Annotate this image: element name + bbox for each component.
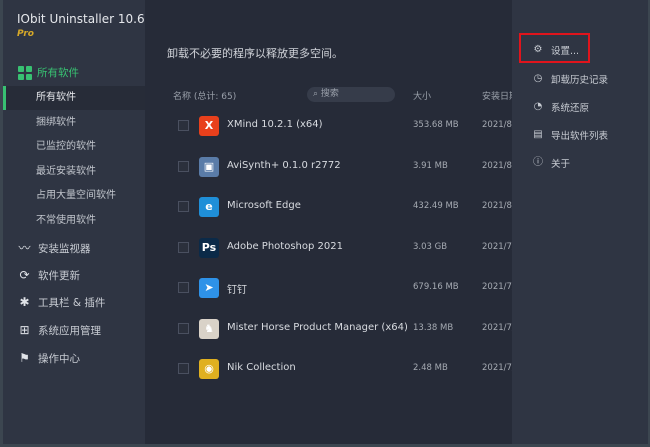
nav-label: 操作中心 [38,353,80,365]
nav-label: 工具栏 & 插件 [38,297,106,309]
app-size: 2.48 MB [413,363,448,373]
group-label: 所有软件 [37,67,79,79]
search-placeholder: 搜索 [320,89,339,99]
row-checkbox[interactable] [178,282,189,293]
sidebar-item-windows-apps[interactable]: ⊞ 系统应用管理 [18,323,101,338]
sidebar-sub-item[interactable]: 所有软件 [3,86,145,110]
grid-icon [18,65,32,80]
sidebar-group-all-software[interactable]: 所有软件 [18,65,79,80]
app-name: Microsoft Edge [227,200,301,211]
app-size: 679.16 MB [413,282,459,292]
table-row[interactable]: X XMind 10.2.1 (x64) 353.68 MB 2021/8/ [145,106,512,146]
table-row[interactable]: ▣ AviSynth+ 0.1.0 r2772 3.91 MB 2021/8/ [145,147,512,187]
app-name: XMind 10.2.1 (x64) [227,119,323,130]
row-checkbox[interactable] [178,241,189,253]
app-name: Nik Collection [227,362,296,373]
sidebar: IObit Uninstaller 10.6 Pro 所有软件 所有软件 捆绑软… [3,0,145,444]
sidebar-sub-item[interactable]: 最近安装软件 [3,160,145,184]
app-size: 13.38 MB [413,322,454,333]
column-name[interactable]: 名称 (总计: 65) [173,89,236,102]
history-icon: ◷ [533,73,543,84]
app-name: 钉钉 [227,285,247,296]
app-icon: ◉ [199,359,219,379]
table-row[interactable]: ♞ Mister Horse Product Manager (x64) 13.… [145,309,512,349]
sidebar-item-install-monitor[interactable]: 〰安装监视器 [18,241,91,256]
row-checkbox[interactable] [178,363,189,374]
app-date: 2021/7/ [482,363,512,373]
sidebar-item-toolbars[interactable]: ✱ 工具栏 & 插件 [18,295,105,310]
app-title: IObit Uninstaller 10.6 [17,12,145,26]
app-date: 2021/8/ [482,160,512,171]
row-checkbox[interactable] [178,160,189,172]
menu-label: 关于 [551,159,571,170]
app-date: 2021/7/ [482,241,512,252]
table-row[interactable]: e Microsoft Edge 432.49 MB 2021/8/ [145,187,512,227]
app-icon: e [199,197,219,217]
table-row[interactable]: ➤ 钉钉 679.16 MB 2021/7/ [145,268,512,308]
sidebar-item-action-center[interactable]: ⚑ 操作中心 [18,351,80,366]
dropdown-menu: ⚙ 设置... ◷ 卸载历史记录 ◔ 系统还原 ▤ 导出软件列表 ⓘ 关于 [512,0,648,444]
menu-item-export[interactable]: ▤ 导出软件列表 [533,128,609,143]
refresh-icon: ⟳ [19,268,30,282]
nav-label: 安装监视器 [38,243,91,255]
app-name: AviSynth+ 0.1.0 r2772 [227,159,341,171]
menu-item-restore[interactable]: ◔ 系统还原 [533,100,590,115]
menu-label: 设置... [551,46,580,57]
app-icon: ♞ [199,318,219,339]
sidebar-sub-item[interactable]: 捆绑软件 [3,111,145,135]
app-icon: X [199,116,219,136]
app-date: 2021/8/ [482,120,512,130]
row-checkbox[interactable] [178,201,189,212]
search-input[interactable]: ⌕ 搜索 [307,87,395,102]
clock-icon: ◔ [533,101,543,112]
chart-icon: 〰 [18,241,31,255]
nav-label: 软件更新 [38,270,80,282]
app-date: 2021/7/ [482,282,512,292]
sidebar-sub-item[interactable]: 占用大量空间软件 [3,184,145,208]
document-icon: ▤ [533,129,543,140]
main-panel: 卸载不必要的程序以释放更多空间。 名称 (总计: 65) ⌕ 搜索 大小 安装日… [145,0,512,444]
table-row[interactable]: Ps Adobe Photoshop 2021 3.03 GB 2021/7/ [145,228,512,268]
app-icon: Ps [199,237,219,258]
sidebar-sub-item[interactable]: 不常使用软件 [3,209,145,233]
puzzle-icon: ✱ [19,295,30,309]
windows-icon: ⊞ [19,323,30,337]
menu-label: 卸载历史记录 [551,75,609,86]
search-icon: ⌕ [313,89,321,99]
flag-icon: ⚑ [19,351,30,365]
column-date[interactable]: 安装日期 [482,89,512,102]
edition-label: Pro [17,29,34,39]
info-icon: ⓘ [533,157,543,168]
app-name: Adobe Photoshop 2021 [227,240,343,252]
app-size: 3.03 GB [413,241,448,252]
app-size: 3.91 MB [413,160,448,171]
menu-label: 系统还原 [551,103,590,114]
app-icon: ▣ [199,156,219,177]
table-row[interactable]: ◉ Nik Collection 2.48 MB 2021/7/ [145,349,512,389]
app-name: Mister Horse Product Manager (x64) [227,321,408,333]
row-checkbox[interactable] [178,120,189,131]
menu-label: 导出软件列表 [551,131,609,142]
sidebar-item-software-update[interactable]: ⟳ 软件更新 [18,268,80,283]
app-icon: ➤ [199,278,219,298]
menu-item-history[interactable]: ◷ 卸载历史记录 [533,72,609,87]
page-description: 卸载不必要的程序以释放更多空间。 [167,47,343,60]
menu-item-about[interactable]: ⓘ 关于 [533,156,571,171]
app-window: IObit Uninstaller 10.6 Pro 所有软件 所有软件 捆绑软… [3,0,648,444]
menu-item-settings[interactable]: ⚙ 设置... [533,43,580,58]
column-size[interactable]: 大小 [413,89,431,102]
app-date: 2021/7/ [482,322,512,333]
gear-icon: ⚙ [533,44,543,55]
row-checkbox[interactable] [178,322,189,334]
nav-label: 系统应用管理 [38,325,101,337]
sidebar-sub-item[interactable]: 已监控的软件 [3,135,145,159]
app-size: 432.49 MB [413,201,459,211]
app-size: 353.68 MB [413,120,459,130]
app-date: 2021/8/ [482,201,512,211]
